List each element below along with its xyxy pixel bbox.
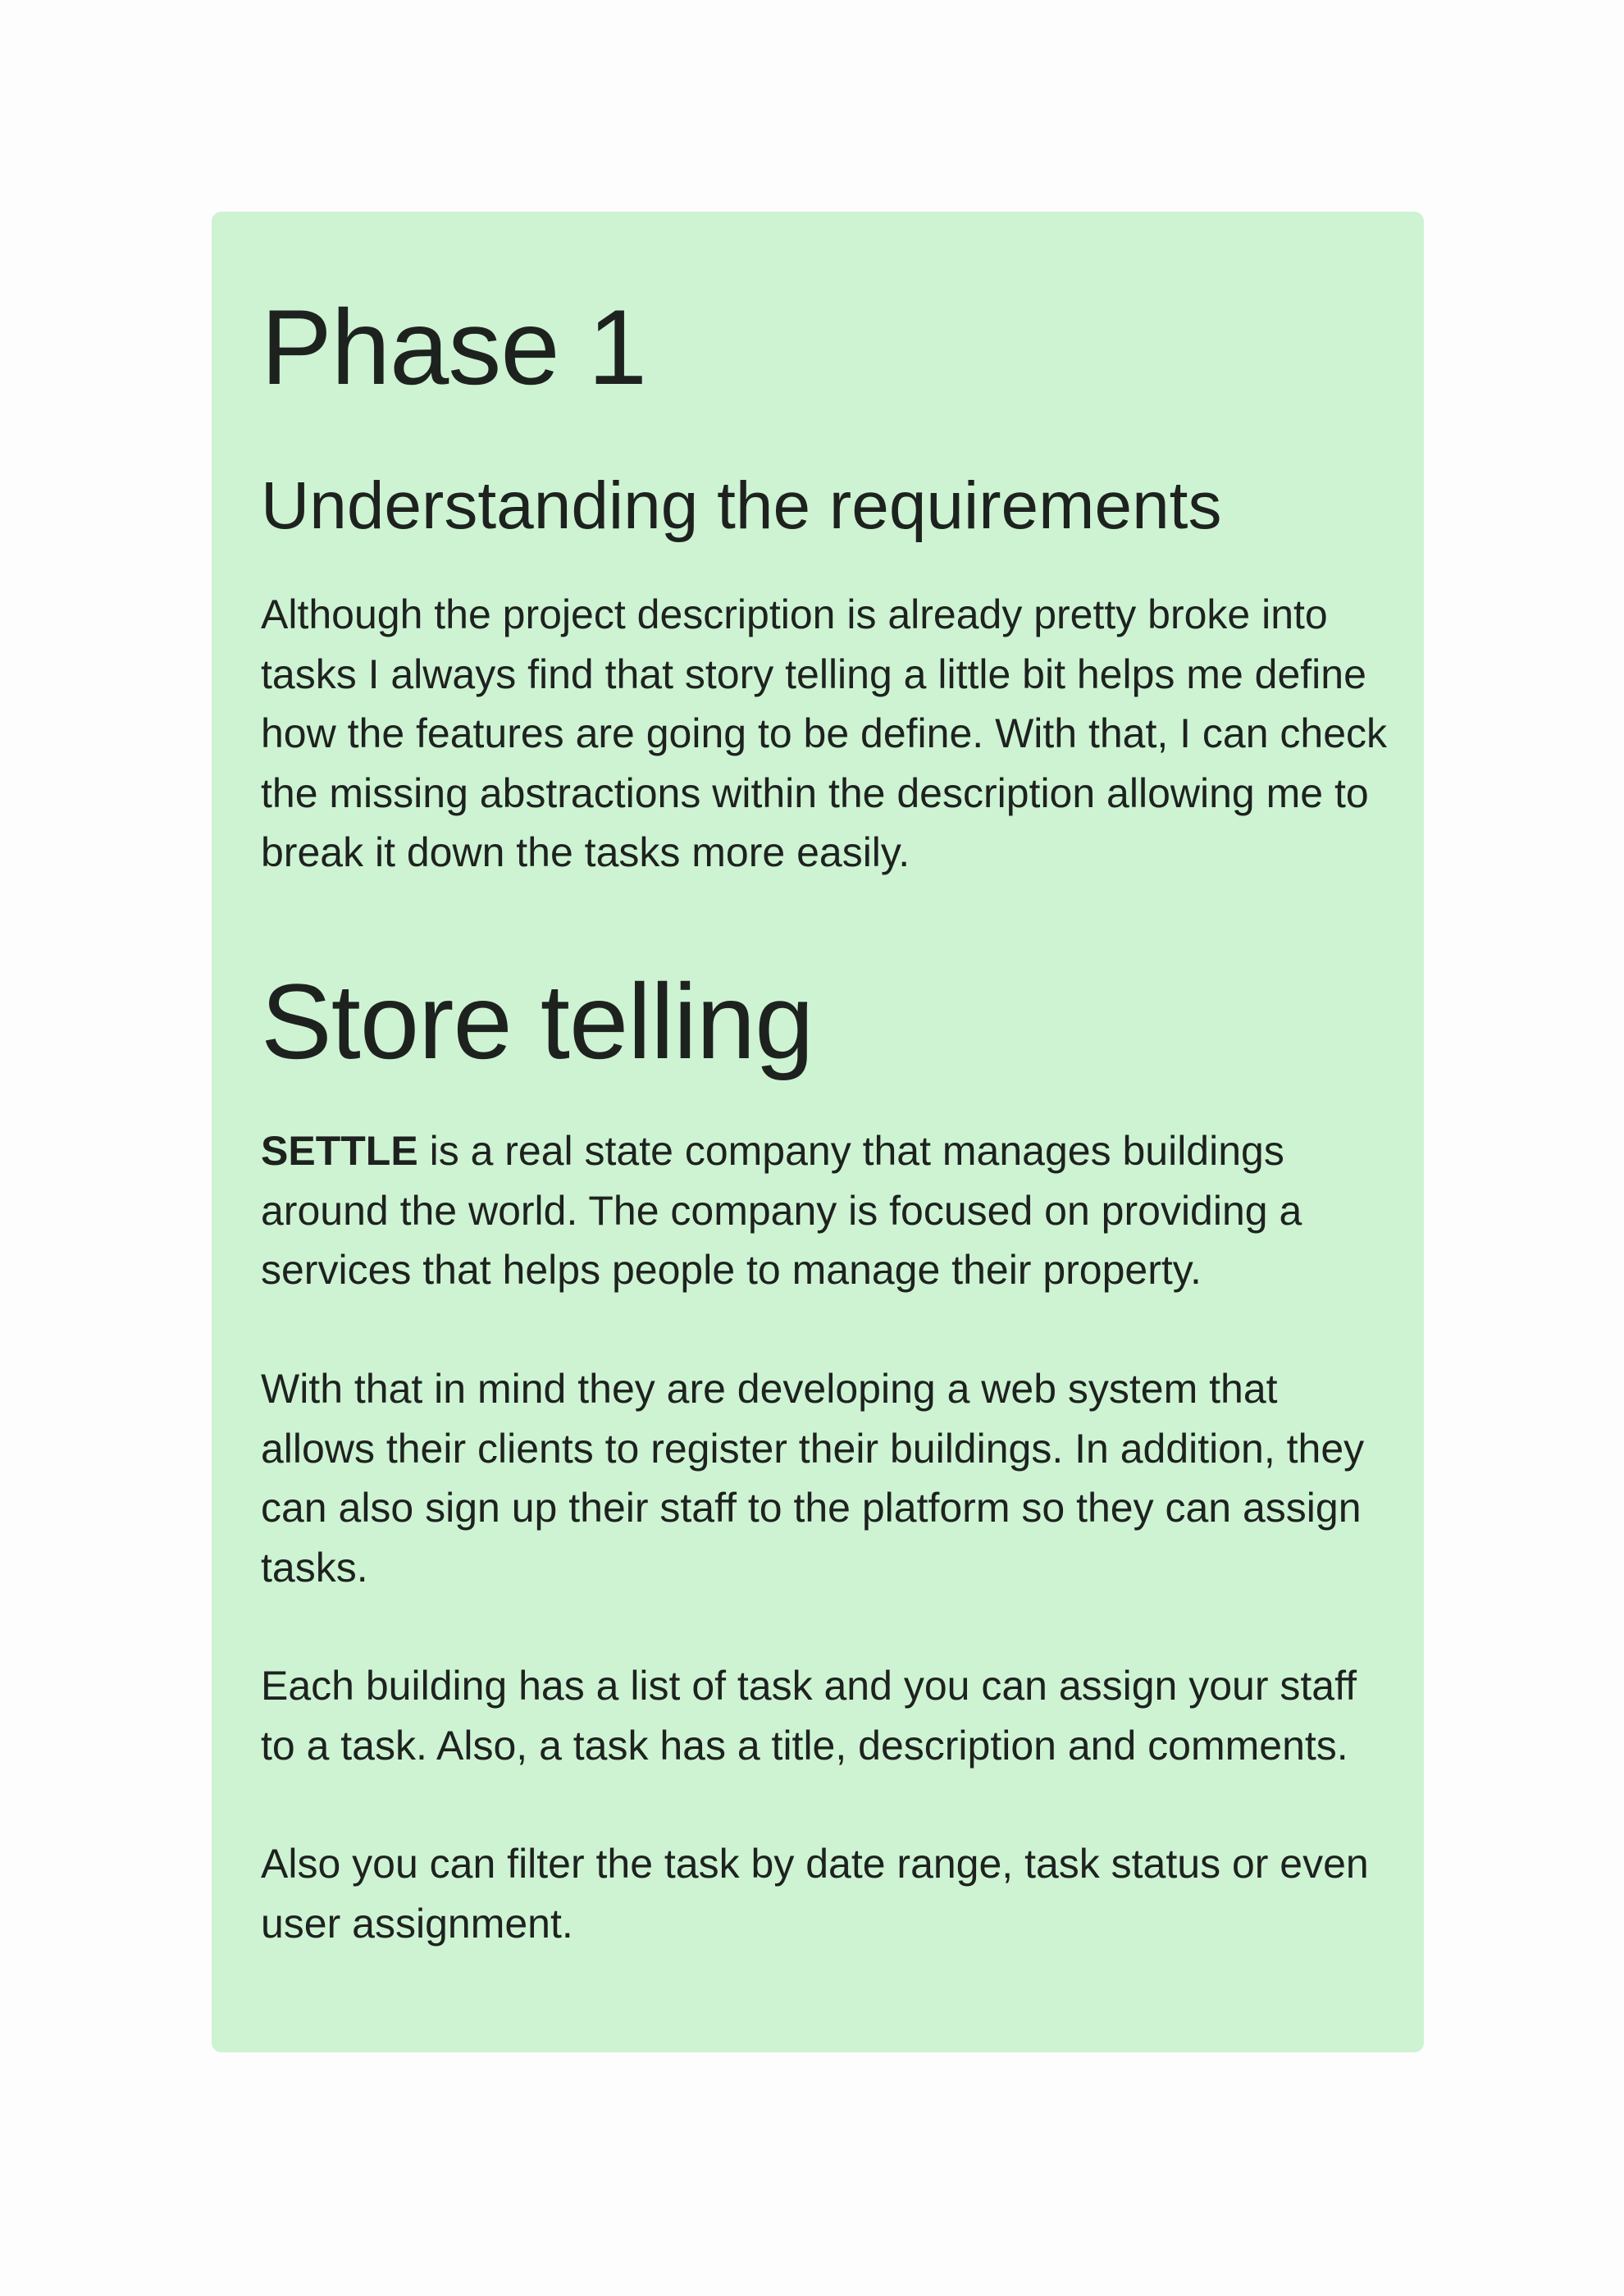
section-subtitle: Understanding the requirements — [261, 468, 1222, 543]
story-paragraph-2: With that in mind they are developing a … — [261, 1366, 1365, 1591]
story-paragraph-1: SETTLE is a real state company that mana… — [261, 1121, 1393, 1300]
story-paragraph-3: Each building has a list of task and you… — [261, 1663, 1357, 1769]
intro-paragraph: Although the project description is alre… — [261, 591, 1388, 875]
story-title: Store telling — [261, 961, 814, 1081]
phase-title: Phase 1 — [261, 287, 647, 407]
story-paragraph-4: Also you can filter the task by date ran… — [261, 1841, 1369, 1947]
content-card: Phase 1 Understanding the requirements A… — [212, 212, 1424, 2052]
brand-name: SETTLE — [261, 1128, 418, 1174]
